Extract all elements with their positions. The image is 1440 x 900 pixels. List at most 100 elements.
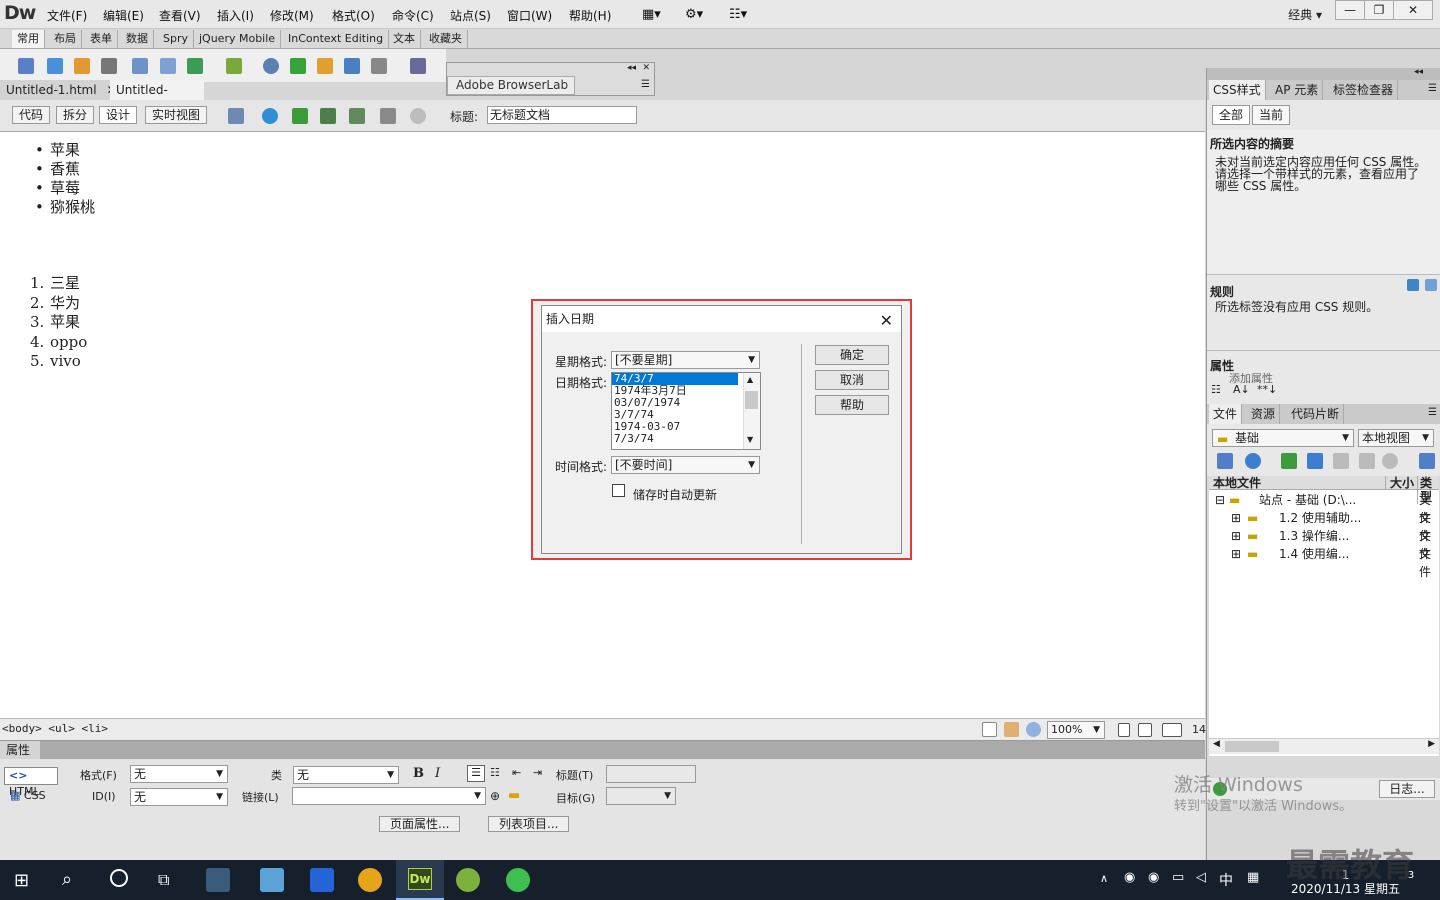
chevron-left-icon[interactable]: ◀ bbox=[1213, 739, 1220, 749]
outdent-icon[interactable]: ⇤ bbox=[512, 766, 521, 779]
writer-app-icon[interactable] bbox=[310, 868, 334, 892]
get-files-icon[interactable] bbox=[1281, 453, 1297, 469]
w3c-validation-icon[interactable] bbox=[320, 108, 336, 124]
restore-icon[interactable]: ❐ bbox=[1364, 0, 1394, 20]
chevron-up-icon[interactable]: ▲ bbox=[747, 375, 753, 384]
chevron-down-icon[interactable]: ▼ bbox=[747, 435, 753, 444]
table-row[interactable]: ⊞ ▬ 1.2 使用辅助... 文件 bbox=[1209, 509, 1439, 543]
column-header[interactable]: 本地文件 bbox=[1213, 476, 1261, 490]
server-include-icon[interactable] bbox=[317, 58, 333, 74]
connect-icon[interactable] bbox=[1217, 453, 1233, 469]
time-select[interactable]: [不要时间] ▼ bbox=[611, 456, 760, 474]
table-icon[interactable] bbox=[132, 58, 148, 74]
gear-icon[interactable]: ⚙▾ bbox=[685, 7, 703, 22]
cascade-icon[interactable] bbox=[1407, 279, 1419, 291]
doc-tab-2[interactable]: Untitled-1*✕ bbox=[110, 80, 204, 117]
file-management-icon[interactable] bbox=[292, 108, 308, 124]
cancel-button[interactable]: 取消 bbox=[815, 370, 889, 390]
layout-icon[interactable]: ▦▾ bbox=[642, 7, 661, 22]
title-input[interactable] bbox=[606, 765, 696, 783]
table-row[interactable]: ⊞ ▬ 1.3 操作编... 文件 bbox=[1209, 527, 1439, 561]
log-button[interactable]: 日志... bbox=[1379, 780, 1435, 798]
tab-forms[interactable]: 表单 bbox=[85, 30, 118, 48]
tab-files[interactable]: 文件 bbox=[1209, 404, 1243, 424]
anchor-icon[interactable] bbox=[74, 58, 90, 74]
panel-menu-icon[interactable]: ☰ bbox=[1428, 83, 1437, 94]
properties-tab[interactable]: 属性 bbox=[0, 741, 40, 759]
tab-common[interactable]: 常用 bbox=[12, 30, 45, 48]
head-icon[interactable] bbox=[371, 58, 387, 74]
alphabetical-view-icon[interactable]: A↓ bbox=[1233, 383, 1250, 396]
expand-tree-icon[interactable]: ⊞ bbox=[1231, 527, 1241, 545]
view-select[interactable]: 本地视图 ▼ bbox=[1358, 429, 1434, 447]
multiscreen-icon[interactable] bbox=[228, 108, 244, 124]
list-item[interactable]: 2. 华为 bbox=[30, 294, 87, 314]
close-icon[interactable]: ✕ bbox=[880, 308, 893, 334]
expand-icon[interactable] bbox=[1419, 453, 1435, 469]
widget-icon[interactable] bbox=[263, 58, 279, 74]
list-item[interactable]: 香蕉 bbox=[30, 160, 95, 179]
collapse-tree-icon[interactable]: ⊟ bbox=[1215, 491, 1225, 509]
volume-icon[interactable]: ◁ bbox=[1196, 870, 1206, 885]
zoom-icon[interactable] bbox=[1026, 722, 1041, 737]
design-view-button[interactable]: 设计 bbox=[99, 106, 138, 124]
collapse-icon[interactable]: ◂◂ bbox=[1414, 67, 1423, 77]
table-row[interactable]: ⊟ ▬ 站点 - 基础 (D:\... 文件 bbox=[1209, 491, 1439, 525]
qq-icon-2[interactable]: ◉ bbox=[1148, 870, 1159, 885]
help-button[interactable]: 帮助 bbox=[815, 395, 889, 415]
keyboard-icon[interactable]: ▦ bbox=[1247, 870, 1259, 885]
panel-menu-icon[interactable]: ☰ bbox=[1428, 407, 1437, 418]
browser-app-icon[interactable] bbox=[506, 868, 530, 892]
zoom-select[interactable]: 100% ▼ bbox=[1047, 721, 1105, 739]
refresh-icon[interactable] bbox=[1245, 453, 1261, 469]
hyperlink-icon[interactable] bbox=[18, 58, 34, 74]
table-row[interactable]: ⊞ ▬ 1.4 使用编... 文件 bbox=[1209, 545, 1439, 579]
menu-modify[interactable]: 修改(M) bbox=[270, 7, 314, 24]
check-in-icon[interactable] bbox=[1359, 453, 1375, 469]
class-select[interactable]: 无 ▼ bbox=[293, 766, 399, 784]
tab-data[interactable]: 数据 bbox=[121, 30, 154, 48]
task-view-icon[interactable]: ⧉ bbox=[158, 870, 169, 890]
ok-button[interactable]: 确定 bbox=[815, 345, 889, 365]
page-properties-button[interactable]: 页面属性... bbox=[379, 816, 461, 832]
menu-format[interactable]: 格式(O) bbox=[332, 7, 375, 24]
collapse-icon[interactable]: ◂◂ bbox=[627, 63, 636, 73]
target-select[interactable]: ▼ bbox=[606, 787, 676, 805]
tab-assets[interactable]: 资源 bbox=[1247, 404, 1281, 424]
div-icon[interactable] bbox=[160, 58, 176, 74]
expand-tree-icon[interactable]: ⊞ bbox=[1231, 545, 1241, 563]
dreamweaver-taskbar-item[interactable]: Dw bbox=[396, 860, 444, 900]
browserlab-tab[interactable]: Adobe BrowserLab bbox=[447, 76, 575, 95]
desktop-size-icon[interactable] bbox=[1162, 723, 1182, 737]
tab-text[interactable]: 文本 bbox=[388, 30, 421, 48]
live-view-button[interactable]: 实时视图 bbox=[145, 106, 208, 124]
minimize-icon[interactable]: — bbox=[1335, 0, 1365, 20]
image-icon[interactable] bbox=[187, 58, 203, 74]
list-item[interactable]: 3. 苹果 bbox=[30, 313, 87, 333]
date-icon[interactable] bbox=[290, 58, 306, 74]
format-select[interactable]: 无 ▼ bbox=[130, 765, 228, 783]
search-icon[interactable]: ⌕ bbox=[62, 869, 72, 890]
menu-site[interactable]: 站点(S) bbox=[450, 7, 491, 24]
id-select[interactable]: 无 ▼ bbox=[130, 788, 228, 806]
browse-folder-icon[interactable]: ▬ bbox=[508, 788, 520, 803]
chevron-right-icon[interactable]: ▶ bbox=[1428, 739, 1435, 749]
list-item[interactable]: 苹果 bbox=[30, 141, 95, 160]
category-view-icon[interactable]: ☷ bbox=[1211, 383, 1221, 396]
cortana-icon[interactable] bbox=[110, 869, 128, 887]
pinwheel-app-icon[interactable] bbox=[206, 868, 230, 892]
all-button[interactable]: 全部 bbox=[1212, 105, 1251, 125]
panel-close-icon[interactable]: ✕ bbox=[642, 63, 650, 73]
about-icon[interactable] bbox=[1425, 279, 1437, 291]
tab-ap-elements[interactable]: AP 元素 bbox=[1271, 80, 1324, 100]
close-icon[interactable]: ✕ bbox=[1393, 0, 1433, 20]
weekday-select[interactable]: [不要星期] ▼ bbox=[611, 351, 760, 369]
network-icon[interactable]: ▭ bbox=[1172, 870, 1184, 885]
sync-icon[interactable] bbox=[1382, 453, 1398, 469]
tag-selector[interactable]: <body> <ul> <li> bbox=[2, 722, 108, 735]
chevron-up-icon[interactable]: ∧ bbox=[1100, 872, 1108, 885]
menu-help[interactable]: 帮助(H) bbox=[569, 7, 611, 24]
tablet-size-icon[interactable] bbox=[1138, 723, 1152, 737]
bold-icon[interactable]: B bbox=[413, 766, 424, 781]
code-view-button[interactable]: 代码 bbox=[12, 106, 51, 124]
